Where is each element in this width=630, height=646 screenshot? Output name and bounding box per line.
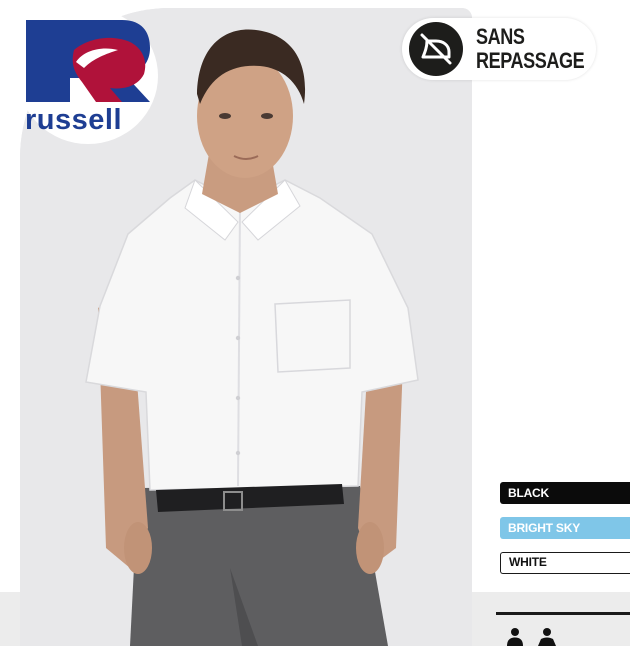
no-ironing-icon [409,22,463,76]
color-swatch-bright-sky[interactable]: BRIGHT SKY [500,517,630,539]
badge-line-2: REPASSAGE [476,48,585,73]
no-ironing-badge: SANS REPASSAGE [402,18,596,80]
russell-r-logo-icon [26,20,150,102]
men-fit-icon [507,628,523,646]
brand-wordmark: russell [25,104,122,136]
color-swatch-black[interactable]: BLACK [500,482,630,504]
section-divider [496,612,630,615]
color-swatch-white[interactable]: WHITE [500,552,630,574]
women-fit-icon [538,628,556,646]
badge-line-1: SANS [476,24,525,49]
